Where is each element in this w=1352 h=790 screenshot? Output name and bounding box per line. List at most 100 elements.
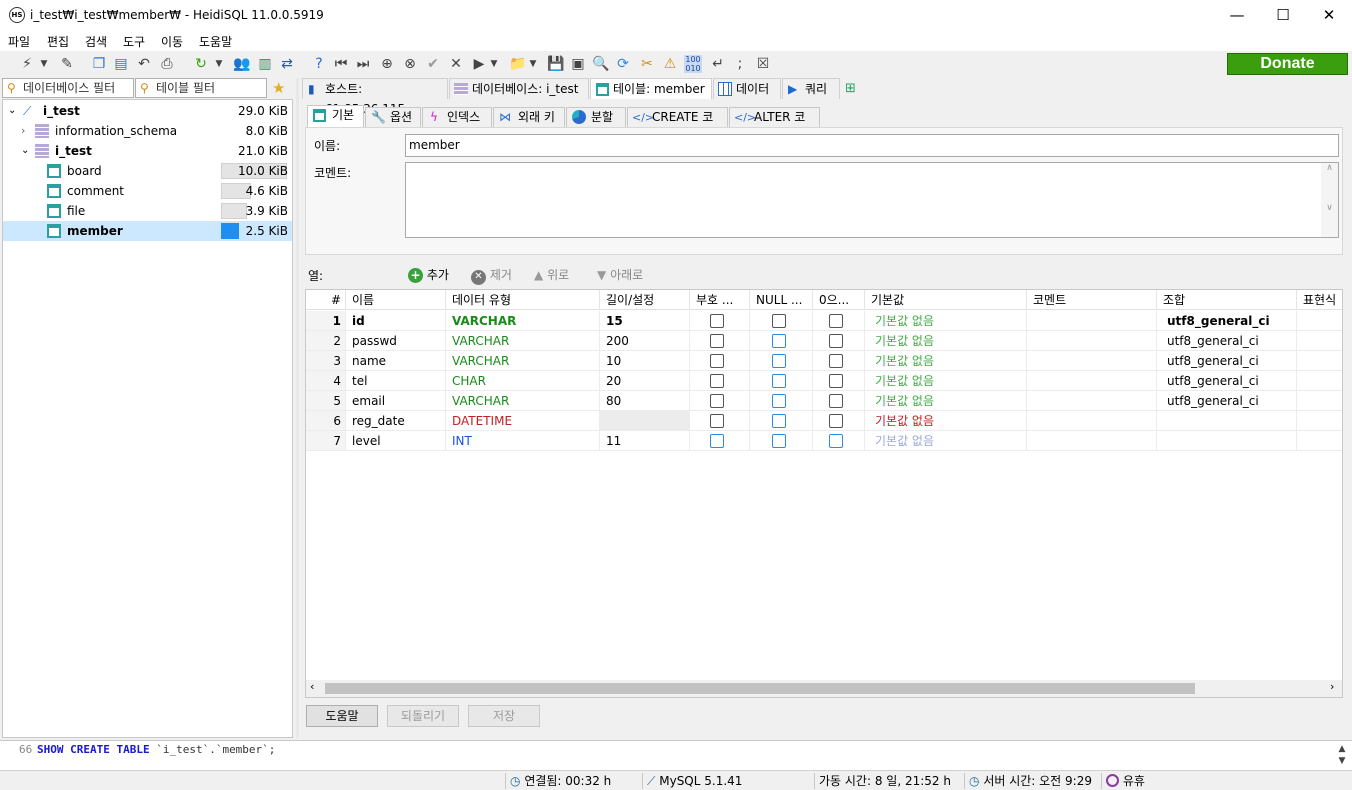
- remove-column-button[interactable]: ✕ 제거: [471, 266, 512, 285]
- column-expression-cell[interactable]: [1297, 331, 1342, 351]
- allow-null-checkbox-cell[interactable]: [750, 431, 813, 451]
- allow-null-checkbox-cell[interactable]: [750, 311, 813, 331]
- table-row[interactable]: 4 tel CHAR 20 기본값 없음 utf8_general_ci: [306, 371, 1342, 391]
- column-default-cell[interactable]: 기본값 없음: [865, 371, 1027, 391]
- table-filter-input[interactable]: ⚲ 테이블 필터: [135, 78, 267, 98]
- row-number[interactable]: 7: [306, 431, 346, 451]
- unsigned-checkbox-cell[interactable]: [690, 371, 750, 391]
- column-expression-cell[interactable]: [1297, 391, 1342, 411]
- table-comment-input[interactable]: [405, 162, 1339, 238]
- column-expression-cell[interactable]: [1297, 371, 1342, 391]
- tree-item-comment[interactable]: comment 4.6 KiB: [3, 181, 292, 201]
- grid-header-null[interactable]: NULL ...: [750, 290, 813, 310]
- delete-icon[interactable]: ⊗: [401, 55, 419, 73]
- sql-log[interactable]: 66 SHOW CREATE TABLE `i_test`.`member`; …: [0, 740, 1352, 770]
- log-scrollbar[interactable]: ▲ ▼: [1334, 743, 1350, 769]
- tree-item-information-schema[interactable]: › information_schema 8.0 KiB: [3, 121, 292, 141]
- column-collation-cell[interactable]: [1157, 431, 1297, 451]
- column-type-cell[interactable]: CHAR: [446, 371, 600, 391]
- paste-icon[interactable]: ▤: [112, 55, 130, 73]
- comment-scrollbar[interactable]: ∧ ∨: [1321, 163, 1338, 237]
- checkbox[interactable]: [829, 354, 843, 368]
- scroll-thumb[interactable]: [325, 683, 1195, 694]
- column-length-cell[interactable]: 20: [600, 371, 690, 391]
- disconnect-icon[interactable]: ✎: [58, 55, 76, 73]
- dropdown-arrow-icon[interactable]: ▼: [488, 55, 500, 73]
- move-up-button[interactable]: ▲ 위로: [534, 266, 569, 284]
- tab-table[interactable]: 테이블: member: [590, 78, 712, 99]
- tab-foreign-keys[interactable]: ⋈ 외래 키: [493, 107, 565, 127]
- tab-alter-code[interactable]: </> ALTER 코드: [729, 107, 820, 143]
- column-default-cell[interactable]: 기본값 없음: [865, 411, 1027, 431]
- close-button[interactable]: ✕: [1306, 0, 1352, 31]
- column-length-cell[interactable]: 15: [600, 311, 690, 331]
- zerofill-checkbox-cell[interactable]: [813, 431, 865, 451]
- chevron-down-icon[interactable]: ⌄: [21, 141, 29, 161]
- checkbox[interactable]: [772, 334, 786, 348]
- table-row[interactable]: 🔑1idVARCHAR15기본값 없음utf8_general_ci: [306, 311, 1342, 331]
- new-query-tab-icon[interactable]: ⊞: [845, 81, 856, 96]
- copy-icon[interactable]: ❐: [90, 55, 108, 73]
- checkbox[interactable]: [829, 394, 843, 408]
- tab-host[interactable]: ▮ 호스트: 61.85.36.115: [302, 78, 448, 116]
- warning-icon[interactable]: ⚠: [661, 55, 679, 73]
- column-expression-cell[interactable]: [1297, 411, 1342, 431]
- column-default-cell[interactable]: 기본값 없음: [865, 311, 1027, 331]
- column-comment-cell[interactable]: [1027, 311, 1157, 331]
- column-length-cell[interactable]: [600, 411, 690, 431]
- column-collation-cell[interactable]: utf8_general_ci: [1157, 311, 1297, 331]
- tree-item-i-test-db[interactable]: ⌄ i_test 21.0 KiB: [3, 141, 292, 161]
- checkbox[interactable]: [772, 434, 786, 448]
- wrap-icon[interactable]: ↵: [709, 55, 727, 73]
- allow-null-checkbox-cell[interactable]: [750, 411, 813, 431]
- replace-icon[interactable]: ⟳: [614, 55, 632, 73]
- donate-button[interactable]: Donate: [1227, 53, 1348, 75]
- tab-partitions[interactable]: 분할: [566, 107, 626, 127]
- menu-tools[interactable]: 도구: [123, 33, 145, 50]
- zerofill-checkbox-cell[interactable]: [813, 351, 865, 371]
- column-collation-cell[interactable]: utf8_general_ci: [1157, 391, 1297, 411]
- column-length-cell[interactable]: 11: [600, 431, 690, 451]
- unsigned-checkbox-cell[interactable]: [690, 411, 750, 431]
- tree-item-file[interactable]: file 3.9 KiB: [3, 201, 292, 221]
- unsigned-checkbox-cell[interactable]: [690, 331, 750, 351]
- grid-header-zerofill[interactable]: 0으...: [813, 290, 865, 310]
- tree-item-board[interactable]: board 10.0 KiB: [3, 161, 292, 181]
- row-number[interactable]: 6: [306, 411, 346, 431]
- table-row[interactable]: 5 email VARCHAR 80 기본값 없음 utf8_general_ci: [306, 391, 1342, 411]
- dropdown-arrow-icon[interactable]: ▼: [213, 55, 225, 73]
- tree-item-server[interactable]: ⌄ ⟋ i_test 29.0 KiB: [3, 101, 292, 121]
- column-collation-cell[interactable]: [1157, 411, 1297, 431]
- dropdown-arrow-icon[interactable]: ▼: [38, 55, 50, 73]
- tab-options[interactable]: 🔧 옵션: [365, 107, 421, 127]
- allow-null-checkbox-cell[interactable]: [750, 331, 813, 351]
- open-folder-icon[interactable]: 📁: [509, 55, 527, 73]
- checkbox[interactable]: [829, 314, 843, 328]
- save-icon[interactable]: 💾: [547, 55, 565, 73]
- grid-header-default[interactable]: 기본값: [865, 290, 1027, 310]
- column-comment-cell[interactable]: [1027, 331, 1157, 351]
- column-name-cell[interactable]: id: [346, 311, 446, 331]
- check-icon[interactable]: ✔: [424, 55, 442, 73]
- column-type-cell[interactable]: VARCHAR: [446, 331, 600, 351]
- column-length-cell[interactable]: 80: [600, 391, 690, 411]
- unsigned-checkbox-cell[interactable]: [690, 311, 750, 331]
- column-comment-cell[interactable]: [1027, 431, 1157, 451]
- checkbox[interactable]: [829, 434, 843, 448]
- chevron-right-icon[interactable]: ›: [21, 121, 25, 141]
- column-length-cell[interactable]: 10: [600, 351, 690, 371]
- column-type-cell[interactable]: DATETIME: [446, 411, 600, 431]
- move-down-button[interactable]: ▼ 아래로: [597, 266, 643, 284]
- checkbox[interactable]: [710, 374, 724, 388]
- menu-go[interactable]: 이동: [161, 33, 183, 50]
- checkbox[interactable]: [772, 394, 786, 408]
- column-type-cell[interactable]: VARCHAR: [446, 351, 600, 371]
- help-button[interactable]: 도움말: [306, 705, 378, 727]
- cancel-icon[interactable]: ✕: [447, 55, 465, 73]
- row-number[interactable]: 4: [306, 371, 346, 391]
- checkbox[interactable]: [710, 334, 724, 348]
- favorite-star-icon[interactable]: ★: [272, 79, 285, 97]
- checkbox[interactable]: [710, 394, 724, 408]
- row-number[interactable]: 1: [306, 311, 346, 331]
- column-comment-cell[interactable]: [1027, 351, 1157, 371]
